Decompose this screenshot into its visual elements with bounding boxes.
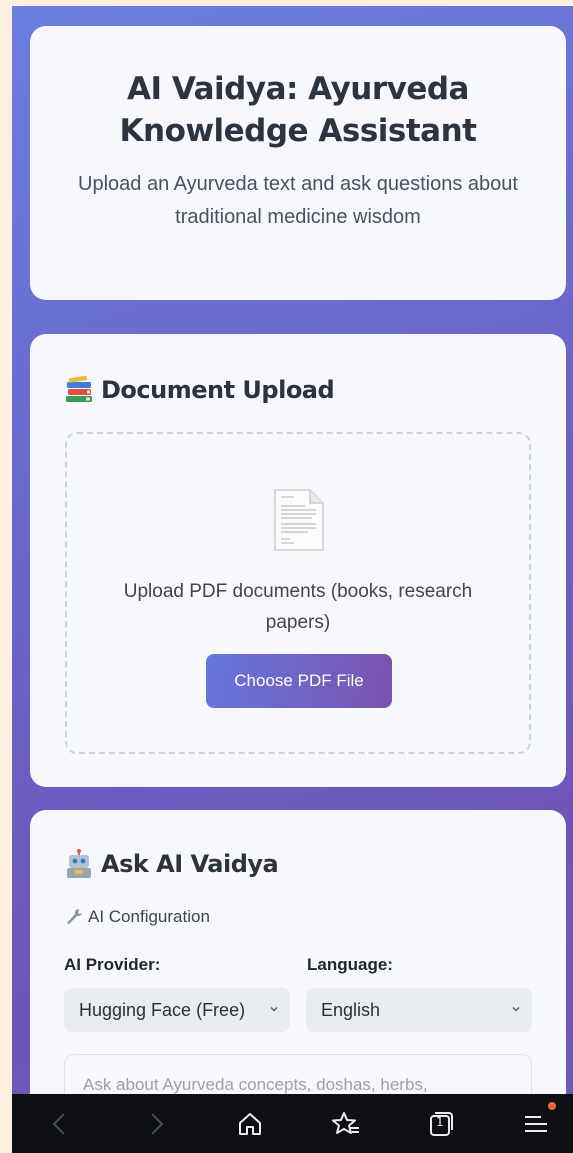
header-card: AI Vaidya: Ayurveda Knowledge Assistant … (30, 26, 566, 300)
home-icon[interactable] (234, 1108, 266, 1140)
language-select[interactable]: English (306, 988, 532, 1032)
upload-section-title: Document Upload (63, 374, 335, 406)
chevron-down-icon (270, 1007, 278, 1012)
pdf-dropzone[interactable]: Upload PDF documents (books, research pa… (65, 432, 531, 754)
provider-select[interactable]: Hugging Face (Free) (64, 988, 290, 1032)
ask-section-title: Ask AI Vaidya (63, 848, 279, 880)
browser-nav-bar: 1 (12, 1094, 573, 1153)
ai-config-heading: AI Configuration (64, 907, 210, 927)
menu-icon[interactable] (520, 1108, 552, 1140)
bookmark-icon[interactable] (330, 1108, 362, 1140)
upload-hint: Upload PDF documents (books, research pa… (123, 581, 473, 633)
page-title: AI Vaidya: Ayurveda Knowledge Assistant (119, 71, 477, 149)
tabs-count: 1 (436, 1115, 444, 1129)
page-subtitle: Upload an Ayurveda text and ask question… (78, 173, 518, 228)
upload-card: Document Upload Upload PDF documents (bo… (30, 334, 566, 787)
upload-section-label: Document Upload (101, 376, 335, 404)
forward-icon[interactable] (140, 1108, 172, 1140)
choose-pdf-button[interactable]: Choose PDF File (206, 654, 392, 708)
ask-section-label: Ask AI Vaidya (101, 850, 279, 878)
books-icon (66, 375, 92, 402)
notification-dot (548, 1102, 556, 1110)
document-icon (274, 489, 324, 551)
chevron-down-icon (512, 1007, 520, 1012)
app-viewport: AI Vaidya: Ayurveda Knowledge Assistant … (12, 6, 573, 1153)
wrench-icon (67, 909, 82, 925)
language-label: Language: (307, 955, 393, 974)
provider-select-value: Hugging Face (Free) (79, 999, 246, 1020)
language-select-value: English (321, 999, 381, 1020)
robot-icon (67, 849, 91, 878)
ai-config-label: AI Configuration (88, 907, 210, 926)
provider-label: AI Provider: (64, 955, 161, 974)
back-icon[interactable] (44, 1108, 76, 1140)
